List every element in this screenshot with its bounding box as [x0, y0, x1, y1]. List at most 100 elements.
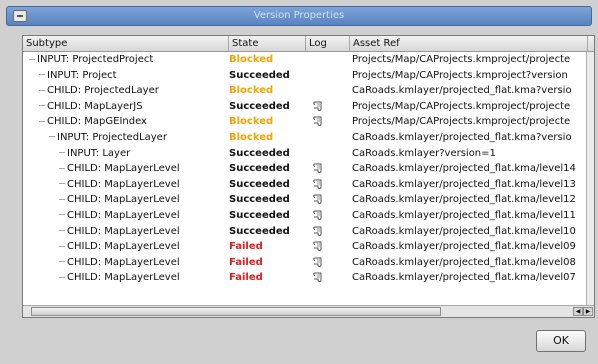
scroll-log-icon[interactable]	[312, 225, 324, 237]
window-title: Version Properties	[253, 10, 345, 21]
log-cell	[306, 68, 350, 84]
title-bar[interactable]: Version Properties	[6, 6, 592, 26]
asset-ref-cell: CaRoads.kmlayer?version=1	[352, 147, 496, 159]
tree-connector	[39, 105, 45, 107]
log-cell[interactable]	[306, 270, 350, 286]
horizontal-scrollbar-thumb[interactable]	[31, 307, 441, 316]
scroll-log-icon[interactable]	[312, 115, 324, 127]
state-cell: Succeeded	[229, 69, 290, 81]
table-row[interactable]: CHILD: MapLayerLevel Succeeded CaRoads.kml…	[23, 177, 594, 193]
state-cell: Failed	[229, 256, 263, 268]
asset-ref-cell: CaRoads.kmlayer/projected_flat.kma/level…	[352, 241, 576, 253]
tree-connector	[59, 276, 65, 278]
table-row[interactable]: CHILD: MapLayerLevel Succeeded CaRoads.kml…	[23, 208, 594, 224]
table-row[interactable]: CHILD: MapLayerJS Succeeded Projects/Map/C…	[23, 99, 594, 115]
subtype-cell: CHILD: MapGEIndex	[23, 114, 245, 130]
subtype-cell: INPUT: ProjectedLayer	[23, 130, 255, 146]
log-cell[interactable]	[306, 208, 350, 224]
log-cell	[306, 52, 350, 68]
subtype-label: CHILD: MapLayerLevel	[67, 163, 180, 175]
log-cell[interactable]	[306, 114, 350, 130]
asset-ref-cell: CaRoads.kmlayer/projected_flat.kma/level…	[352, 256, 576, 268]
log-cell[interactable]	[306, 177, 350, 193]
log-cell[interactable]	[306, 224, 350, 240]
table-row[interactable]: CHILD: MapGEIndex Blocked Projects/Map/CAP…	[23, 114, 594, 130]
state-cell: Blocked	[229, 131, 274, 143]
asset-ref-cell: Projects/Map/CAProjects.kmproject?versio…	[352, 69, 568, 81]
tree-connector	[59, 245, 65, 247]
asset-ref-cell: CaRoads.kmlayer/projected_flat.kma/level…	[352, 209, 576, 221]
scroll-log-icon[interactable]	[312, 256, 324, 268]
state-cell: Succeeded	[229, 163, 290, 175]
state-cell: Blocked	[229, 85, 274, 97]
column-header-state[interactable]: State	[229, 36, 306, 51]
scroll-right-button[interactable]: ▶	[583, 307, 593, 316]
scroll-log-icon[interactable]	[312, 193, 324, 205]
asset-ref-cell: CaRoads.kmlayer/projected_flat.kma?versi…	[352, 85, 572, 97]
horizontal-scrollbar[interactable]: ◀ ▶	[23, 305, 594, 317]
table-row[interactable]: INPUT: ProjectedProject Blocked Projects/M…	[23, 52, 594, 68]
subtype-cell: CHILD: ProjectedLayer	[23, 83, 245, 99]
asset-ref-cell: Projects/Map/CAProjects.kmproject/projec…	[352, 100, 571, 112]
table-row[interactable]: CHILD: MapLayerLevel Failed CaRoads.kmlaye…	[23, 255, 594, 271]
scroll-log-icon[interactable]	[312, 178, 324, 190]
scroll-left-button[interactable]: ◀	[573, 307, 583, 316]
table-row[interactable]: CHILD: MapLayerLevel Succeeded CaRoads.kml…	[23, 192, 594, 208]
subtype-cell: CHILD: MapLayerJS	[23, 99, 245, 115]
ok-button[interactable]: OK	[536, 330, 586, 352]
log-cell[interactable]	[306, 255, 350, 271]
column-header-subtype[interactable]: Subtype	[23, 36, 229, 51]
scroll-log-icon[interactable]	[312, 271, 324, 283]
subtype-label: INPUT: ProjectedLayer	[57, 131, 167, 143]
subtype-label: CHILD: MapLayerLevel	[67, 178, 180, 190]
tree-connector	[59, 167, 65, 169]
subtype-label: CHILD: MapLayerLevel	[67, 256, 180, 268]
log-cell[interactable]	[306, 99, 350, 115]
table-row[interactable]: INPUT: ProjectedLayer Blocked CaRoads.kmla…	[23, 130, 594, 146]
state-cell: Failed	[229, 241, 263, 253]
scroll-log-icon[interactable]	[312, 100, 324, 112]
tree-connector	[59, 214, 65, 216]
asset-ref-cell: CaRoads.kmlayer/projected_flat.kma?versi…	[352, 131, 572, 143]
state-cell: Blocked	[229, 116, 274, 128]
column-header-asset-ref[interactable]: Asset Ref	[350, 36, 588, 51]
state-cell: Succeeded	[229, 147, 290, 159]
subtype-label: CHILD: MapLayerLevel	[67, 209, 180, 221]
log-cell[interactable]	[306, 192, 350, 208]
tree-connector	[59, 183, 65, 185]
table-row[interactable]: CHILD: MapLayerLevel Failed CaRoads.kmlaye…	[23, 270, 594, 286]
table-row[interactable]: INPUT: Project Succeeded Projects/Map/CAPr…	[23, 68, 594, 84]
subtype-label: CHILD: MapLayerLevel	[67, 241, 180, 253]
state-cell: Succeeded	[229, 178, 290, 190]
tree-connector	[39, 120, 45, 122]
scroll-log-icon[interactable]	[312, 240, 324, 252]
table-row[interactable]: CHILD: MapLayerLevel Succeeded CaRoads.kml…	[23, 224, 594, 240]
asset-ref-cell: CaRoads.kmlayer/projected_flat.kma/level…	[352, 194, 576, 206]
log-cell[interactable]	[306, 239, 350, 255]
column-header-log[interactable]: Log	[306, 36, 350, 51]
tree-connector	[29, 58, 35, 60]
table-row[interactable]: INPUT: Layer Succeeded CaRoads.kmlayer?ver…	[23, 146, 594, 162]
state-cell: Succeeded	[229, 100, 290, 112]
subtype-label: CHILD: MapLayerLevel	[67, 194, 180, 206]
subtype-label: CHILD: MapLayerLevel	[67, 272, 180, 284]
asset-ref-cell: CaRoads.kmlayer/projected_flat.kma/level…	[352, 163, 576, 175]
subtype-label: INPUT: Layer	[67, 147, 131, 159]
state-cell: Succeeded	[229, 194, 290, 206]
subtype-label: INPUT: Project	[47, 69, 117, 81]
scroll-log-icon[interactable]	[312, 162, 324, 174]
tree-connector	[49, 136, 55, 138]
vertical-scrollbar[interactable]	[586, 52, 594, 305]
scroll-log-icon[interactable]	[312, 209, 324, 221]
asset-ref-cell: Projects/Map/CAProjects.kmproject/projec…	[352, 54, 571, 65]
asset-ref-cell: Projects/Map/CAProjects.kmproject/projec…	[352, 116, 571, 128]
version-properties-dialog: Version Properties Subtype State Log Ass…	[0, 0, 598, 364]
table-body: INPUT: ProjectedProject Blocked Projects/M…	[23, 52, 594, 286]
state-cell: Blocked	[229, 54, 274, 65]
log-cell	[306, 83, 350, 99]
table-row[interactable]: CHILD: MapLayerLevel Succeeded CaRoads.kml…	[23, 161, 594, 177]
table-header: Subtype State Log Asset Ref	[23, 36, 594, 52]
table-row[interactable]: CHILD: ProjectedLayer Blocked CaRoads.kmla…	[23, 83, 594, 99]
table-row[interactable]: CHILD: MapLayerLevel Failed CaRoads.kmlaye…	[23, 239, 594, 255]
log-cell[interactable]	[306, 161, 350, 177]
